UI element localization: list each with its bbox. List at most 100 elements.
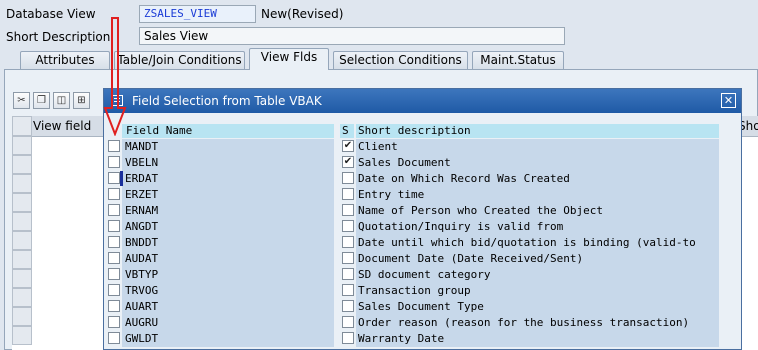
field-row[interactable]: VBELN ✔ Sales Document — [107, 155, 719, 171]
select-field-checkbox[interactable] — [108, 188, 120, 200]
field-name-cell: MANDT — [122, 139, 334, 155]
text-cursor — [120, 171, 123, 186]
s-checkbox[interactable] — [342, 188, 354, 200]
row-selector[interactable] — [12, 193, 32, 212]
field-name-cell: ERZET — [122, 187, 334, 203]
row-selector[interactable] — [12, 250, 32, 269]
row-selector[interactable] — [12, 155, 32, 174]
short-description-cell: Date on Which Record Was Created — [356, 171, 719, 187]
field-name-cell: AUART — [122, 299, 334, 315]
field-row[interactable]: ANGDT Quotation/Inquiry is valid from — [107, 219, 719, 235]
field-row[interactable]: ERZET Entry time — [107, 187, 719, 203]
status-text: New(Revised) — [261, 7, 344, 21]
field-row[interactable]: ERDAT Date on Which Record Was Created — [107, 171, 719, 187]
field-name-cell: TRVOG — [122, 283, 334, 299]
short-description-cell: Client — [356, 139, 719, 155]
short-description-label: Short Description — [6, 30, 111, 44]
short-description-cell: Document Date (Date Received/Sent) — [356, 251, 719, 267]
dialog-title: Field Selection from Table VBAK — [132, 94, 322, 108]
field-name-cell: ERNAM — [122, 203, 334, 219]
s-checkbox[interactable] — [342, 332, 354, 344]
select-all-cell[interactable] — [12, 116, 32, 136]
close-icon[interactable]: ✕ — [721, 93, 736, 108]
tab-selection-conditions[interactable]: Selection Conditions — [333, 51, 468, 70]
field-name-cell: AUGRU — [122, 315, 334, 331]
field-name-cell: VBTYP — [122, 267, 334, 283]
row-selector[interactable] — [12, 326, 32, 345]
short-description-cell: SD document category — [356, 267, 719, 283]
select-field-checkbox[interactable] — [108, 204, 120, 216]
database-view-field[interactable]: ZSALES_VIEW — [139, 5, 256, 23]
column-field-name: Field Name — [122, 124, 334, 138]
field-name-cell: AUDAT — [122, 251, 334, 267]
column-short-description: Short description — [356, 124, 719, 138]
field-row[interactable]: BNDDT Date until which bid/quotation is b… — [107, 235, 719, 251]
select-field-checkbox[interactable] — [108, 140, 120, 152]
row-selector[interactable] — [12, 269, 32, 288]
select-field-checkbox[interactable] — [108, 172, 120, 184]
field-name-cell: VBELN — [122, 155, 334, 171]
database-view-label: Database View — [6, 7, 96, 21]
short-description-cell: Transaction group — [356, 283, 719, 299]
s-checkbox[interactable] — [342, 236, 354, 248]
short-description-cell: Quotation/Inquiry is valid from — [356, 219, 719, 235]
field-name-cell: ERDAT — [122, 171, 334, 187]
row-selector[interactable] — [12, 174, 32, 193]
row-selector[interactable] — [12, 212, 32, 231]
red-arrow-icon — [103, 17, 127, 136]
field-row[interactable]: MANDT ✔ Client — [107, 139, 719, 155]
short-description-cell: Sales Document Type — [356, 299, 719, 315]
s-checkbox[interactable] — [342, 252, 354, 264]
field-row[interactable]: ERNAM Name of Person who Created the Obje… — [107, 203, 719, 219]
field-row[interactable]: GWLDT Warranty Date — [107, 331, 719, 347]
field-row[interactable]: VBTYP SD document category — [107, 267, 719, 283]
tab-maint-status[interactable]: Maint.Status — [472, 51, 564, 70]
s-checkbox[interactable] — [342, 204, 354, 216]
field-name-cell: BNDDT — [122, 235, 334, 251]
s-checkbox[interactable]: ✔ — [342, 156, 354, 168]
select-field-checkbox[interactable] — [108, 268, 120, 280]
s-checkbox[interactable] — [342, 172, 354, 184]
paste-icon[interactable]: ◫ — [53, 92, 70, 109]
select-field-checkbox[interactable] — [108, 156, 120, 168]
row-selector[interactable] — [12, 231, 32, 250]
s-checkbox[interactable] — [342, 284, 354, 296]
select-field-checkbox[interactable] — [108, 332, 120, 344]
select-field-checkbox[interactable] — [108, 252, 120, 264]
select-field-checkbox[interactable] — [108, 300, 120, 312]
s-checkbox[interactable] — [342, 316, 354, 328]
tab-table-join-conditions[interactable]: Table/Join Conditions — [114, 51, 245, 70]
tab-attributes[interactable]: Attributes — [20, 51, 110, 70]
copy-icon[interactable]: ❐ — [33, 92, 50, 109]
row-selector[interactable] — [12, 136, 32, 155]
field-row[interactable]: AUART Sales Document Type — [107, 299, 719, 315]
row-selector[interactable] — [12, 288, 32, 307]
short-description-field[interactable]: Sales View — [139, 27, 565, 45]
field-row[interactable]: AUGRU Order reason (reason for the busine… — [107, 315, 719, 331]
short-description-cell: Name of Person who Created the Object — [356, 203, 719, 219]
field-row[interactable]: TRVOG Transaction group — [107, 283, 719, 299]
short-description-cell: Warranty Date — [356, 331, 719, 347]
cut-icon[interactable]: ✂ — [13, 92, 30, 109]
field-selection-grid: Field Name S Short description MANDT ✔ Cli… — [107, 124, 719, 348]
field-name-cell: GWLDT — [122, 331, 334, 347]
column-s: S — [340, 124, 354, 138]
short-description-cell: Entry time — [356, 187, 719, 203]
s-checkbox[interactable] — [342, 268, 354, 280]
select-field-checkbox[interactable] — [108, 316, 120, 328]
insert-row-icon[interactable]: ⊞ — [73, 92, 90, 109]
short-description-cell: Sales Document — [356, 155, 719, 171]
s-checkbox[interactable] — [342, 300, 354, 312]
tab-view-flds[interactable]: View Flds — [249, 48, 329, 70]
select-field-checkbox[interactable] — [108, 236, 120, 248]
row-selector[interactable] — [12, 307, 32, 326]
dialog-title-bar: Field Selection from Table VBAK ✕ — [104, 89, 741, 113]
field-name-cell: ANGDT — [122, 219, 334, 235]
short-description-cell: Order reason (reason for the business tr… — [356, 315, 719, 331]
field-selection-dialog: Field Selection from Table VBAK ✕ Field … — [103, 88, 742, 350]
s-checkbox[interactable] — [342, 220, 354, 232]
select-field-checkbox[interactable] — [108, 284, 120, 296]
select-field-checkbox[interactable] — [108, 220, 120, 232]
field-row[interactable]: AUDAT Document Date (Date Received/Sent) — [107, 251, 719, 267]
s-checkbox[interactable]: ✔ — [342, 140, 354, 152]
